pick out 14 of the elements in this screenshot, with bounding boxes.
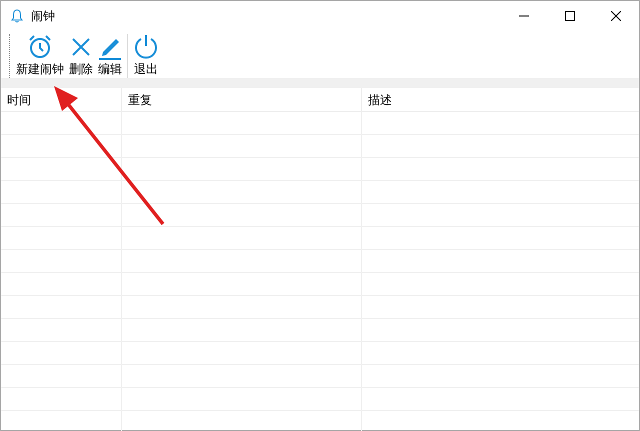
toolbar-button[interactable]: 编辑	[98, 34, 122, 76]
bell-icon	[11, 8, 23, 22]
maximize-icon	[565, 10, 575, 20]
close-icon	[611, 10, 621, 20]
alarm-clock-icon	[27, 34, 53, 60]
column-header[interactable]: 重复	[128, 90, 152, 108]
column-header[interactable]: 时间	[7, 90, 31, 108]
column-header[interactable]: 描述	[368, 90, 392, 108]
toolbar-button[interactable]: 退出	[133, 34, 159, 76]
close-icon	[72, 38, 90, 56]
window-title: 闹钟	[31, 8, 55, 24]
toolbar-button[interactable]: 新建闹钟	[16, 34, 64, 76]
toolbar-button[interactable]: 删除	[69, 34, 93, 76]
power-icon	[133, 34, 159, 60]
